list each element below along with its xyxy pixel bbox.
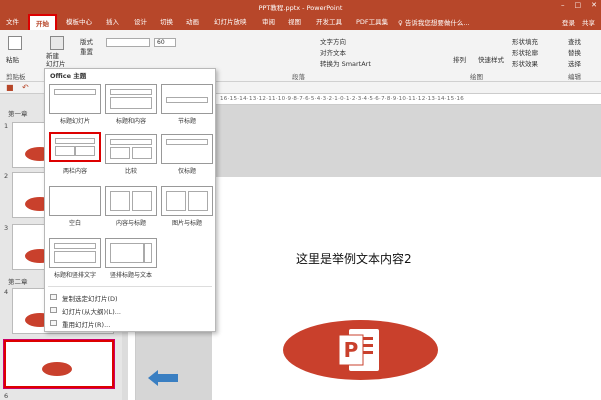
layout-label: 竖排标题与文本: [109, 272, 152, 279]
menu-reuse-slides[interactable]: 重用幻灯片(R)...: [62, 319, 110, 329]
slide-number: 2: [4, 172, 9, 180]
layout-label: 空白: [68, 220, 81, 227]
layout-blank[interactable]: [49, 186, 101, 216]
slide-text[interactable]: 这里是举例文本内容2: [296, 250, 412, 267]
paste-icon: [8, 36, 22, 50]
tab-animations[interactable]: 动画: [186, 16, 199, 26]
reset-button[interactable]: 重置: [80, 46, 93, 56]
tab-developer[interactable]: 开发工具: [316, 16, 342, 26]
layout-label: 图片与标题: [171, 220, 202, 227]
login-button[interactable]: 登录: [562, 17, 575, 27]
shape-effects-button[interactable]: 形状效果: [512, 58, 538, 68]
menu-slides-from-outline[interactable]: 幻灯片(从大纲)(L)...: [62, 306, 121, 316]
tab-design[interactable]: 设计: [134, 16, 147, 26]
layout-label: 节标题: [177, 118, 196, 125]
dropdown-separator: [48, 286, 212, 287]
tell-me-search[interactable]: ♀ 告诉我您想要做什么...: [398, 17, 470, 27]
window-title: PPT教程.pptx - PowerPoint: [258, 4, 343, 12]
tab-insert[interactable]: 插入: [106, 16, 119, 26]
new-slide-button[interactable]: 新建 幻灯片: [46, 52, 66, 68]
slide-number: 3: [4, 224, 9, 232]
paste-button[interactable]: 粘贴: [6, 54, 19, 64]
tab-slideshow[interactable]: 幻灯片放映: [214, 16, 247, 26]
font-size-input[interactable]: 60: [154, 38, 176, 47]
layout-title-content[interactable]: [105, 84, 157, 114]
tab-template-center[interactable]: 模板中心: [66, 16, 92, 26]
layout-title-vertical-text[interactable]: [49, 238, 101, 268]
tab-review[interactable]: 审阅: [262, 16, 275, 26]
undo-icon[interactable]: ↶: [22, 83, 29, 92]
layout-button[interactable]: 版式: [80, 36, 93, 46]
layout-label: 内容与标题: [115, 220, 146, 227]
layout-label: 标题和竖排文字: [53, 272, 96, 279]
left-arrow-icon: [148, 370, 178, 386]
slide-thumbnail-5[interactable]: [4, 340, 114, 388]
layout-label: 比较: [124, 168, 137, 175]
arrange-button[interactable]: 排列: [453, 54, 466, 64]
group-drawing: 绘图: [470, 73, 483, 81]
title-bar: PPT教程.pptx - PowerPoint – □ ✕: [0, 0, 601, 12]
horizontal-ruler: 16·15·14·13·12·11·10·9·8·7·6·5·4·3·2·1·0…: [216, 94, 601, 105]
menu-duplicate-slide[interactable]: 复制选定幻灯片(D): [62, 293, 118, 303]
layout-picture-caption[interactable]: [161, 186, 213, 216]
new-slide-icon: [50, 36, 64, 50]
slide-number: 1: [4, 122, 9, 130]
close-button[interactable]: ✕: [591, 1, 597, 9]
tab-transitions[interactable]: 切换: [160, 16, 173, 26]
tab-pdf-tools[interactable]: PDF工具集: [356, 16, 388, 26]
replace-button[interactable]: 替换: [568, 47, 581, 57]
find-button[interactable]: 查找: [568, 36, 581, 46]
layout-label: 两栏内容: [62, 168, 87, 175]
layout-label: 标题幻灯片: [59, 118, 90, 125]
layout-comparison[interactable]: [105, 134, 157, 164]
duplicate-slide-icon: [50, 294, 57, 300]
quick-styles-button[interactable]: 快速样式: [478, 54, 504, 64]
layout-vertical-title-text[interactable]: [105, 238, 157, 268]
layout-title-only[interactable]: [161, 134, 213, 164]
layout-content-caption[interactable]: [105, 186, 157, 216]
ppt-letter: P: [344, 338, 359, 362]
layout-label: 仅标题: [177, 168, 196, 175]
dropdown-title: Office 主题: [50, 72, 87, 80]
shape-outline-button[interactable]: 形状轮廓: [512, 47, 538, 57]
font-name-input[interactable]: [106, 38, 150, 47]
layout-two-content[interactable]: [49, 132, 101, 162]
layout-label: 标题和内容: [115, 118, 146, 125]
ribbon-tabs: 文件 开始 模板中心 插入 设计 切换 动画 幻灯片放映 审阅 视图 开发工具 …: [0, 12, 601, 32]
reuse-slide-icon: [50, 320, 57, 326]
section-2-title[interactable]: 第二章: [8, 276, 28, 286]
group-paragraph: 段落: [292, 73, 305, 81]
outline-slide-icon: [50, 307, 57, 313]
group-clipboard: 剪贴板: [6, 73, 26, 81]
minimize-button[interactable]: –: [561, 1, 565, 9]
group-editing: 编辑: [568, 73, 581, 81]
tab-file[interactable]: 文件: [6, 16, 19, 26]
restore-button[interactable]: □: [575, 1, 582, 9]
powerpoint-logo-icon: P: [338, 329, 379, 371]
tab-view[interactable]: 视图: [288, 16, 301, 26]
save-icon[interactable]: ■: [6, 83, 14, 92]
align-text-button[interactable]: 对齐文本: [320, 47, 346, 57]
layout-title-slide[interactable]: [49, 84, 101, 114]
slide-number: 4: [4, 288, 9, 296]
layout-section-header[interactable]: [161, 84, 213, 114]
text-direction-button[interactable]: 文字方向: [320, 36, 346, 46]
shape-fill-button[interactable]: 形状填充: [512, 36, 538, 46]
share-button[interactable]: 共享: [582, 17, 595, 27]
smartart-button[interactable]: 转换为 SmartArt: [320, 58, 371, 68]
slide-number: 6: [4, 392, 9, 400]
section-1-title[interactable]: 第一章: [8, 108, 28, 118]
select-button[interactable]: 选择: [568, 58, 581, 68]
